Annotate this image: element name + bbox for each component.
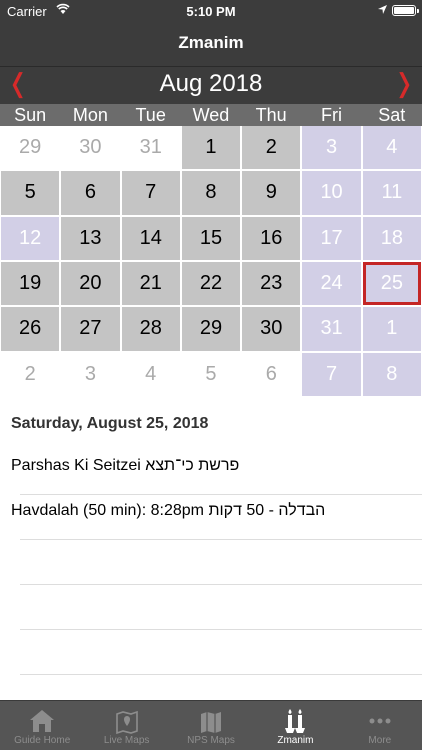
parsha-row: Parshas Ki Seitzei פרשת כי־תצא [11,457,240,474]
calendar-day[interactable]: 24 [302,261,361,306]
calendar-day[interactable]: 3 [302,126,361,170]
calendar-day[interactable]: 13 [61,216,120,260]
calendar-day[interactable]: 6 [61,171,120,215]
calendar-day[interactable]: 21 [121,261,180,306]
calendar-day[interactable]: 27 [61,307,120,351]
calendar-day[interactable]: 29 [1,126,60,170]
calendar-day[interactable]: 8 [362,352,421,396]
tab-bar: Guide Home Live Maps NPS Maps Zmanim Mor… [0,700,422,750]
calendar-day[interactable]: 5 [1,171,60,215]
calendar-day[interactable]: 9 [242,171,301,215]
month-header: ❬ Aug 2018 ❭ [0,66,422,104]
calendar-day[interactable]: 6 [242,352,301,396]
clock: 5:10 PM [186,4,236,19]
calendar-day[interactable]: 28 [121,307,180,351]
weekday-header: Sun Mon Tue Wed Thu Fri Sat [0,104,422,126]
battery-icon [392,5,419,16]
map-pin-icon [115,710,138,735]
calendar-day[interactable]: 30 [242,307,301,351]
calendar-day[interactable]: 1 [181,126,241,170]
home-icon [30,710,55,732]
calendar-day[interactable]: 8 [181,171,241,215]
weekday-thu: Thu [255,105,287,125]
tab-nps-maps[interactable]: NPS Maps [169,701,253,750]
calendar-day[interactable]: 4 [362,126,421,170]
calendar-day[interactable]: 31 [121,126,180,170]
navigation-bar: Carrier 5:10 PM Zmanim [0,0,422,66]
calendar-day[interactable]: 26 [1,307,60,351]
calendar-day[interactable]: 11 [362,171,421,215]
status-bar: Carrier 5:10 PM [0,0,422,22]
calendar-day[interactable]: 16 [242,216,301,260]
tab-label: Live Maps [103,735,150,746]
weekday-mon: Mon [72,105,108,125]
calendar-day[interactable]: 17 [302,216,361,260]
more-icon [369,718,391,724]
map-icon [201,712,222,733]
divider [20,629,422,630]
month-label: Aug 2018 [159,70,263,97]
calendar-day[interactable]: 20 [61,261,120,306]
weekday-wed: Wed [192,105,230,125]
divider [20,674,422,675]
tab-label: Zmanim [277,735,314,746]
calendar-day[interactable]: 14 [121,216,180,260]
havdalah-row: Havdalah (50 min): 8:28pm הבדלה - 50 דקו… [11,502,326,519]
next-month-button[interactable]: ❭ [393,68,415,99]
divider [20,584,422,585]
calendar-day[interactable]: 18 [362,216,421,260]
calendar-day[interactable]: 30 [61,126,120,170]
calendar-day[interactable]: 23 [242,261,301,306]
tab-zmanim[interactable]: Zmanim [253,701,337,750]
calendar-day[interactable]: 2 [1,352,60,396]
calendar-day-selected[interactable]: 25 [362,261,421,306]
calendar-day[interactable]: 3 [61,352,120,396]
calendar-day[interactable]: 1 [362,307,421,351]
calendar-day[interactable]: 10 [302,171,361,215]
tab-live-maps[interactable]: Live Maps [84,701,168,750]
selected-date-heading: Saturday, August 25, 2018 [11,415,209,432]
tab-guide-home[interactable]: Guide Home [0,701,84,750]
calendar-day[interactable]: 19 [1,261,60,306]
calendar-day[interactable]: 31 [302,307,361,351]
calendar-day[interactable]: 2 [242,126,301,170]
calendar-day[interactable]: 29 [181,307,241,351]
calendar-day[interactable]: 12 [1,216,60,260]
calendar-day[interactable]: 4 [121,352,180,396]
tab-more[interactable]: More [338,701,422,750]
calendar-grid: 29 30 31 1 2 3 4 5 6 7 8 9 10 11 12 13 14 15 16 17 18 19 20 21 2… [0,126,422,396]
weekday-tue: Tue [135,105,166,125]
page-title: Zmanim [178,33,244,52]
tab-label: More [368,735,392,746]
calendar-day[interactable]: 7 [121,171,180,215]
calendar-day[interactable]: 22 [181,261,241,306]
calendar-day[interactable]: 5 [181,352,241,396]
weekday-sat: Sat [378,105,406,125]
tab-label: NPS Maps [187,735,235,746]
tab-label: Guide Home [14,735,71,746]
candles-icon [285,709,306,733]
weekday-sun: Sun [14,105,47,125]
calendar-day[interactable]: 15 [181,216,241,260]
weekday-fri: Fri [320,105,342,125]
divider [20,494,422,495]
location-arrow-icon [378,5,387,14]
calendar-day[interactable]: 7 [302,352,361,396]
divider [20,539,422,540]
